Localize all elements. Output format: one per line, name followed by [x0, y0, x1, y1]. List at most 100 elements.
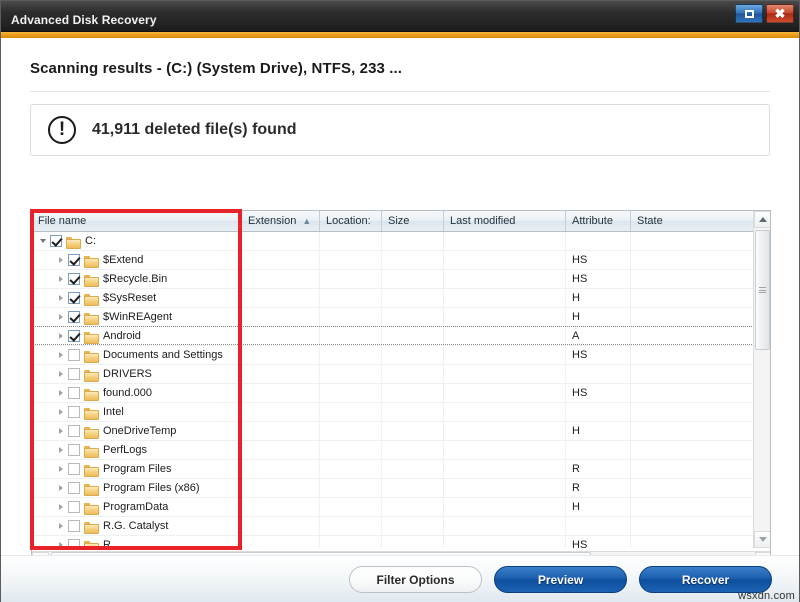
file-name-label: $Recycle.Bin: [103, 273, 168, 285]
cell-size: [382, 421, 444, 441]
table-row[interactable]: DRIVERS: [32, 364, 754, 384]
expand-toggle-icon[interactable]: [54, 295, 68, 301]
table-row[interactable]: Android A: [32, 326, 754, 346]
close-button[interactable]: ✖: [766, 4, 794, 23]
row-checkbox[interactable]: [68, 311, 80, 323]
collapse-toggle-icon[interactable]: [36, 239, 50, 243]
caret-right-icon: [59, 257, 63, 263]
table-row[interactable]: OneDriveTemp H: [32, 421, 754, 441]
expand-toggle-icon[interactable]: [54, 333, 68, 339]
caret-right-icon: [59, 466, 63, 472]
row-checkbox[interactable]: [68, 292, 80, 304]
column-header-attribute[interactable]: Attribute: [566, 211, 631, 231]
expand-toggle-icon[interactable]: [54, 542, 68, 548]
cell-state: [631, 326, 754, 346]
folder-icon: [84, 464, 99, 477]
vertical-scrollbar[interactable]: [753, 211, 770, 548]
table-row[interactable]: PerfLogs: [32, 440, 754, 460]
cell-attribute: HS: [566, 535, 631, 548]
cell-size: [382, 459, 444, 479]
table-row[interactable]: R... HS: [32, 535, 754, 548]
table-row[interactable]: $Extend HS: [32, 250, 754, 270]
cell-file-name: $Extend: [32, 250, 242, 270]
column-header-extension[interactable]: Extension ▲: [242, 211, 320, 231]
cell-extension: [242, 364, 320, 384]
table-row[interactable]: R.G. Catalyst: [32, 516, 754, 536]
expand-toggle-icon[interactable]: [54, 523, 68, 529]
cell-location: [320, 345, 382, 365]
expand-toggle-icon[interactable]: [54, 314, 68, 320]
row-checkbox[interactable]: [68, 425, 80, 437]
cell-state: [631, 478, 754, 498]
file-name-label: found.000: [103, 387, 152, 399]
cell-state: [631, 459, 754, 479]
row-checkbox[interactable]: [68, 406, 80, 418]
table-row[interactable]: Program Files (x86) R: [32, 478, 754, 498]
table-row[interactable]: $WinREAgent H: [32, 307, 754, 327]
expand-toggle-icon[interactable]: [54, 409, 68, 415]
column-header-file-name[interactable]: File name: [32, 211, 242, 231]
expand-toggle-icon[interactable]: [54, 447, 68, 453]
table-row[interactable]: ProgramData H: [32, 497, 754, 517]
row-checkbox[interactable]: [50, 235, 62, 247]
caret-up-icon: [758, 217, 767, 222]
table-row[interactable]: Program Files R: [32, 459, 754, 479]
cell-last-modified: [444, 535, 566, 548]
table-row[interactable]: C:: [32, 232, 754, 251]
row-checkbox[interactable]: [68, 501, 80, 513]
row-checkbox[interactable]: [68, 273, 80, 285]
column-header-size[interactable]: Size: [382, 211, 444, 231]
expand-toggle-icon[interactable]: [54, 485, 68, 491]
table-row[interactable]: Documents and Settings HS: [32, 345, 754, 365]
folder-icon: [84, 369, 99, 382]
results-alert-box: ! 41,911 deleted file(s) found: [30, 104, 770, 156]
table-row[interactable]: found.000 HS: [32, 383, 754, 403]
scroll-down-button[interactable]: [754, 531, 770, 548]
caret-down-icon: [40, 239, 46, 243]
expand-toggle-icon[interactable]: [54, 371, 68, 377]
expand-toggle-icon[interactable]: [54, 504, 68, 510]
preview-button[interactable]: Preview: [494, 566, 627, 593]
table-row[interactable]: $Recycle.Bin HS: [32, 269, 754, 289]
expand-toggle-icon[interactable]: [54, 466, 68, 472]
folder-icon: [84, 388, 99, 401]
cell-attribute: HS: [566, 345, 631, 365]
row-checkbox[interactable]: [68, 482, 80, 494]
filter-options-button[interactable]: Filter Options: [349, 566, 482, 593]
expand-toggle-icon[interactable]: [54, 276, 68, 282]
column-header-last-modified[interactable]: Last modified: [444, 211, 566, 231]
expand-toggle-icon[interactable]: [54, 257, 68, 263]
table-row[interactable]: Intel: [32, 402, 754, 422]
expand-toggle-icon[interactable]: [54, 352, 68, 358]
cell-location: [320, 535, 382, 548]
cell-extension: [242, 232, 320, 251]
cell-last-modified: [444, 459, 566, 479]
row-checkbox[interactable]: [68, 539, 80, 548]
cell-size: [382, 440, 444, 460]
row-checkbox[interactable]: [68, 520, 80, 532]
expand-toggle-icon[interactable]: [54, 428, 68, 434]
restore-button[interactable]: [735, 4, 763, 23]
scroll-up-button[interactable]: [754, 211, 770, 228]
table-row[interactable]: $SysReset H: [32, 288, 754, 308]
folder-icon: [84, 331, 99, 344]
row-checkbox[interactable]: [68, 368, 80, 380]
row-checkbox[interactable]: [68, 330, 80, 342]
expand-toggle-icon[interactable]: [54, 390, 68, 396]
watermark: wsxdn.com: [738, 590, 795, 602]
row-checkbox[interactable]: [68, 254, 80, 266]
vertical-scrollbar-thumb[interactable]: [755, 230, 770, 350]
column-header-location[interactable]: Location:: [320, 211, 382, 231]
accent-bar: [1, 31, 799, 38]
row-checkbox[interactable]: [68, 463, 80, 475]
cell-size: [382, 516, 444, 536]
row-checkbox[interactable]: [68, 387, 80, 399]
column-header-state[interactable]: State: [631, 211, 754, 231]
row-checkbox[interactable]: [68, 444, 80, 456]
cell-size: [382, 326, 444, 346]
recover-button[interactable]: Recover: [639, 566, 772, 593]
cell-location: [320, 497, 382, 517]
window-title: Advanced Disk Recovery: [11, 13, 157, 27]
grip-icon: [759, 286, 766, 295]
row-checkbox[interactable]: [68, 349, 80, 361]
